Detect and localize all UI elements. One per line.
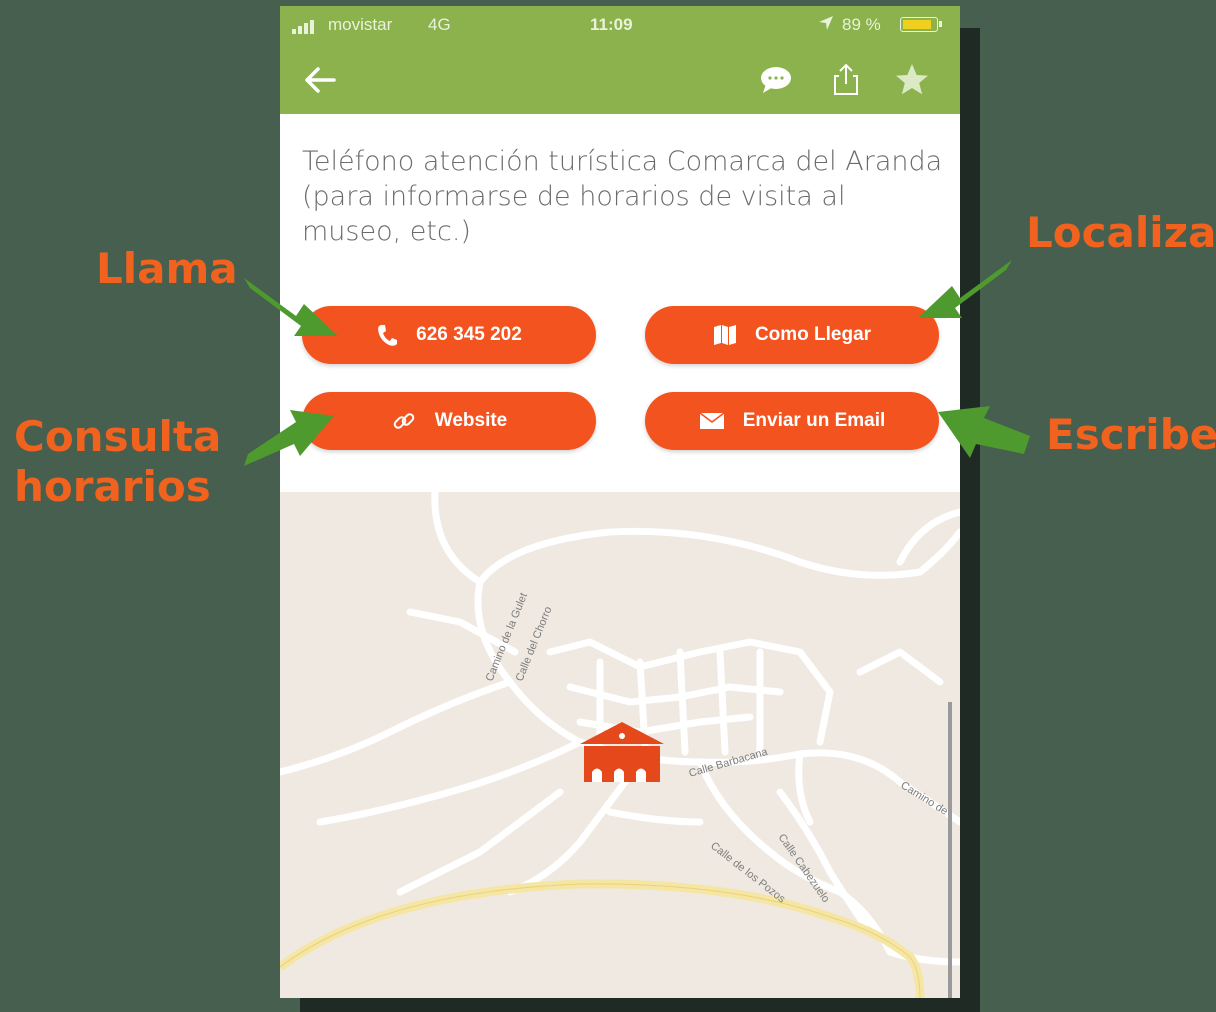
signal-icon bbox=[292, 20, 314, 34]
location-arrow-icon bbox=[819, 16, 833, 30]
call-phone-button[interactable]: 626 345 202 bbox=[302, 306, 596, 364]
arrow-to-directions-icon bbox=[918, 260, 1012, 318]
website-label: Website bbox=[434, 410, 508, 431]
annotation-llama: Llama bbox=[96, 244, 238, 293]
website-button[interactable]: Website bbox=[302, 392, 596, 450]
phone-screen: movistar 4G 11:09 89 % Teléfono atención… bbox=[280, 6, 960, 998]
annotation-localiza: Localiza bbox=[1026, 208, 1216, 257]
email-button[interactable]: Enviar un Email bbox=[645, 392, 939, 450]
directions-label: Como Llegar bbox=[754, 324, 872, 345]
chat-icon[interactable] bbox=[756, 60, 796, 100]
nav-bar bbox=[280, 42, 960, 114]
network-type: 4G bbox=[428, 15, 451, 34]
envelope-icon bbox=[699, 412, 725, 429]
status-bar: movistar 4G 11:09 89 % bbox=[280, 6, 960, 42]
back-arrow-icon[interactable] bbox=[300, 60, 340, 100]
street-label: Camino de bbox=[898, 779, 949, 817]
content-area: Teléfono atención turística Comarca del … bbox=[280, 114, 960, 494]
phone-icon bbox=[378, 325, 398, 346]
share-icon[interactable] bbox=[826, 60, 866, 100]
star-icon[interactable] bbox=[892, 60, 932, 100]
email-label: Enviar un Email bbox=[742, 410, 886, 431]
directions-button[interactable]: Como Llegar bbox=[645, 306, 939, 364]
battery-icon bbox=[900, 17, 942, 32]
arrow-to-phone-icon bbox=[244, 278, 338, 336]
arrow-to-website-icon bbox=[244, 410, 334, 466]
status-time: 11:09 bbox=[590, 15, 633, 34]
arrow-to-email-icon bbox=[938, 406, 1030, 458]
link-icon bbox=[393, 413, 415, 429]
annotation-consulta: Consulta horarios bbox=[14, 412, 222, 511]
phone-number: 626 345 202 bbox=[416, 324, 522, 345]
map-view[interactable]: Camino de la Gulet Calle del Chorro Call… bbox=[280, 492, 960, 998]
annotation-escribe: Escribe bbox=[1046, 410, 1216, 459]
carrier-name: movistar bbox=[328, 15, 393, 34]
map-icon bbox=[713, 325, 736, 345]
battery-percent: 89 % bbox=[842, 15, 881, 34]
place-description: Teléfono atención turística Comarca del … bbox=[302, 146, 943, 247]
